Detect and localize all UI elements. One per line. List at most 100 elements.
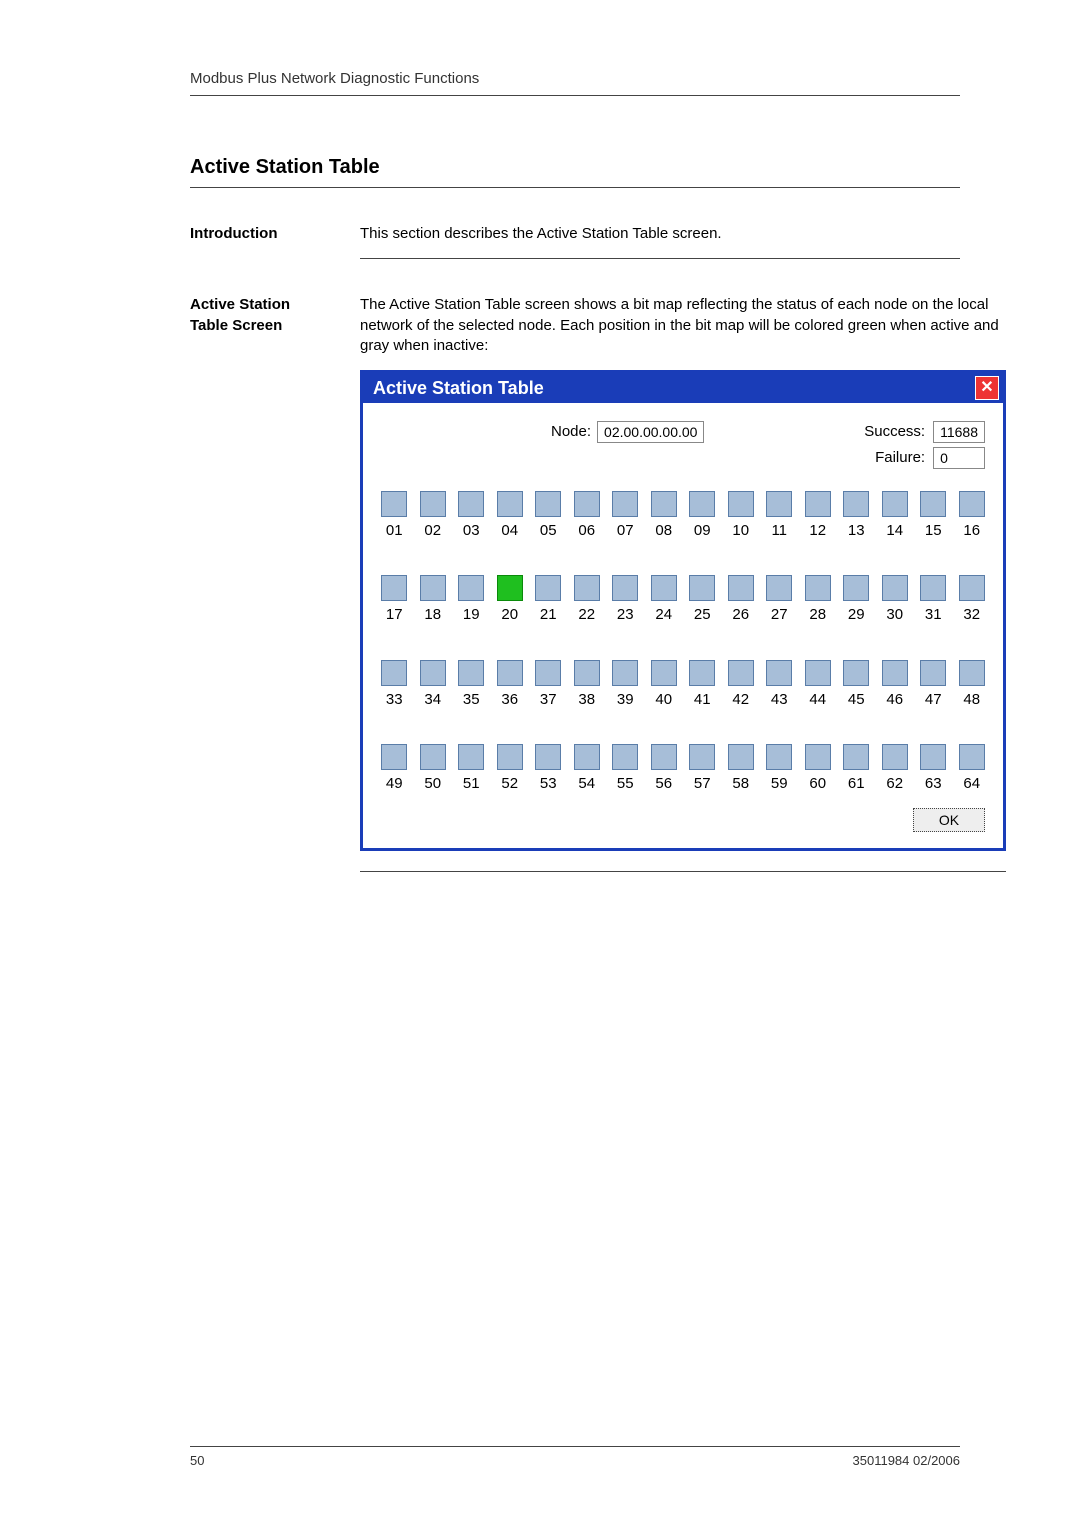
station-label: 12 xyxy=(805,521,832,541)
station-label: 08 xyxy=(651,521,678,541)
station-label: 43 xyxy=(766,690,793,710)
station-box-33 xyxy=(381,660,407,686)
station-label: 50 xyxy=(420,774,447,794)
station-box-06 xyxy=(574,491,600,517)
station-label: 53 xyxy=(535,774,562,794)
station-box-45 xyxy=(843,660,869,686)
station-label: 45 xyxy=(843,690,870,710)
station-box-34 xyxy=(420,660,446,686)
node-block: Node: 02.00.00.00.00 xyxy=(551,421,704,443)
station-label: 34 xyxy=(420,690,447,710)
station-box-11 xyxy=(766,491,792,517)
screen-body: The Active Station Table screen shows a … xyxy=(360,295,1006,872)
station-box-44 xyxy=(805,660,831,686)
station-box-04 xyxy=(497,491,523,517)
station-box-15 xyxy=(920,491,946,517)
station-label: 23 xyxy=(612,605,639,625)
success-label: Success: xyxy=(864,422,925,442)
station-label: 05 xyxy=(535,521,562,541)
stat-block: Success: 11688 Failure: 0 xyxy=(864,421,985,469)
station-label: 36 xyxy=(497,690,524,710)
station-label: 29 xyxy=(843,605,870,625)
station-label: 33 xyxy=(381,690,408,710)
failure-field: 0 xyxy=(933,447,985,469)
station-box-30 xyxy=(882,575,908,601)
station-box-40 xyxy=(651,660,677,686)
station-box-46 xyxy=(882,660,908,686)
station-box-23 xyxy=(612,575,638,601)
station-box-52 xyxy=(497,744,523,770)
station-box-54 xyxy=(574,744,600,770)
station-label: 55 xyxy=(612,774,639,794)
station-label: 16 xyxy=(959,521,986,541)
station-box-08 xyxy=(651,491,677,517)
station-label: 58 xyxy=(728,774,755,794)
station-box-26 xyxy=(728,575,754,601)
station-label: 59 xyxy=(766,774,793,794)
station-box-27 xyxy=(766,575,792,601)
screen-label: Active Station Table Screen xyxy=(190,295,360,872)
station-label: 21 xyxy=(535,605,562,625)
screen-after-rule xyxy=(360,871,1006,872)
station-box-24 xyxy=(651,575,677,601)
intro-text: This section describes the Active Statio… xyxy=(360,225,722,242)
ok-row: OK xyxy=(381,808,985,832)
station-label: 17 xyxy=(381,605,408,625)
station-label: 63 xyxy=(920,774,947,794)
station-box-09 xyxy=(689,491,715,517)
dialog-title: Active Station Table xyxy=(373,376,544,400)
station-label: 54 xyxy=(574,774,601,794)
station-box-36 xyxy=(497,660,523,686)
close-icon[interactable]: ✕ xyxy=(975,376,999,400)
station-box-47 xyxy=(920,660,946,686)
station-label: 11 xyxy=(766,521,793,541)
station-box-55 xyxy=(612,744,638,770)
intro-row: Introduction This section describes the … xyxy=(190,224,960,259)
station-label: 46 xyxy=(882,690,909,710)
station-box-25 xyxy=(689,575,715,601)
doc-reference: 35011984 02/2006 xyxy=(853,1453,960,1468)
station-label: 51 xyxy=(458,774,485,794)
station-label: 07 xyxy=(612,521,639,541)
station-box-10 xyxy=(728,491,754,517)
station-label: 32 xyxy=(959,605,986,625)
station-box-16 xyxy=(959,491,985,517)
station-label: 56 xyxy=(651,774,678,794)
intro-body: This section describes the Active Statio… xyxy=(360,224,960,259)
station-label: 26 xyxy=(728,605,755,625)
station-label: 03 xyxy=(458,521,485,541)
screen-text: The Active Station Table screen shows a … xyxy=(360,296,999,354)
station-label: 35 xyxy=(458,690,485,710)
station-label: 19 xyxy=(458,605,485,625)
station-box-32 xyxy=(959,575,985,601)
station-box-07 xyxy=(612,491,638,517)
station-label: 18 xyxy=(420,605,447,625)
station-box-51 xyxy=(458,744,484,770)
station-label: 64 xyxy=(959,774,986,794)
station-label: 04 xyxy=(497,521,524,541)
dialog-top-row: Node: 02.00.00.00.00 Success: 11688 Fail… xyxy=(381,421,985,469)
station-label: 14 xyxy=(882,521,909,541)
station-box-28 xyxy=(805,575,831,601)
screen-label-line1: Active Station xyxy=(190,296,290,313)
station-box-35 xyxy=(458,660,484,686)
page-number: 50 xyxy=(190,1453,204,1468)
ok-button[interactable]: OK xyxy=(913,808,985,832)
station-box-17 xyxy=(381,575,407,601)
station-label: 01 xyxy=(381,521,408,541)
station-label: 61 xyxy=(843,774,870,794)
station-label: 57 xyxy=(689,774,716,794)
station-label: 52 xyxy=(497,774,524,794)
station-box-57 xyxy=(689,744,715,770)
station-label: 31 xyxy=(920,605,947,625)
station-box-14 xyxy=(882,491,908,517)
chapter-header: Modbus Plus Network Diagnostic Functions xyxy=(190,70,960,96)
success-field: 11688 xyxy=(933,421,985,443)
node-label: Node: xyxy=(551,422,591,442)
node-field[interactable]: 02.00.00.00.00 xyxy=(597,421,704,443)
grid-spacer xyxy=(381,545,985,571)
station-label: 02 xyxy=(420,521,447,541)
station-box-37 xyxy=(535,660,561,686)
station-label: 25 xyxy=(689,605,716,625)
station-grid: 0102030405060708091011121314151617181920… xyxy=(381,491,985,794)
